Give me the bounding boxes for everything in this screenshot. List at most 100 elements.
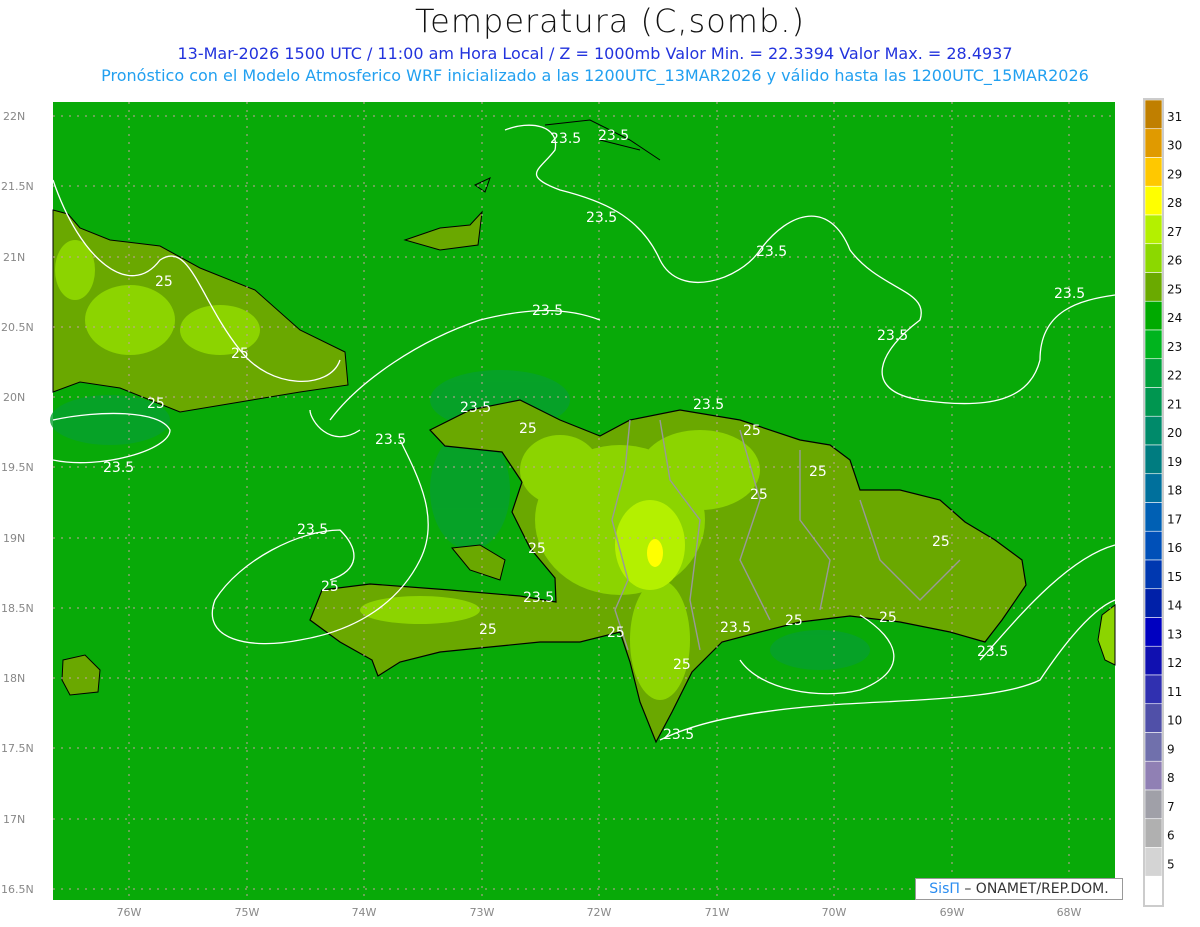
colorbar-label: 5 xyxy=(1167,857,1175,871)
contour-label: 23.5 xyxy=(586,210,617,226)
lat-label: 21N xyxy=(3,251,25,264)
lon-label: 69W xyxy=(940,906,965,919)
colorbar-swatch xyxy=(1144,588,1163,618)
contour-label: 23.5 xyxy=(103,460,134,476)
colorbar-swatch xyxy=(1144,185,1163,216)
contour-label: 25 xyxy=(673,657,691,673)
contour-label: 25 xyxy=(155,274,173,290)
colorbar-label: 23 xyxy=(1167,340,1182,354)
temperature-map: 23.5 23.5 23.5 23.5 23.5 23.5 23.5 23.5 … xyxy=(1,98,1182,919)
colorbar-swatch xyxy=(1144,358,1163,388)
colorbar-swatch xyxy=(1144,157,1163,187)
lon-label: 72W xyxy=(587,906,612,919)
contour-label: 25 xyxy=(321,579,339,595)
contour-label: 25 xyxy=(607,625,625,641)
contour-label: 23.5 xyxy=(720,620,751,636)
colorbar-label: 11 xyxy=(1167,685,1182,699)
colorbar-label: 15 xyxy=(1167,570,1182,584)
colorbar-label: 6 xyxy=(1167,829,1175,843)
colorbar-swatch xyxy=(1144,703,1163,733)
colorbar-swatch xyxy=(1144,875,1163,906)
latitude-labels: 22N 21.5N 21N 20.5N 20N 19.5N 19N 18.5N … xyxy=(1,110,34,896)
contour-label: 23.5 xyxy=(693,397,724,413)
colorbar-label: 18 xyxy=(1167,484,1182,498)
contour-label: 23.5 xyxy=(550,131,581,147)
lat-label: 20N xyxy=(3,391,25,404)
colorbar-swatch xyxy=(1144,645,1163,676)
colorbar-label: 25 xyxy=(1167,282,1182,296)
lon-label: 75W xyxy=(235,906,260,919)
lat-label: 19.5N xyxy=(1,461,34,474)
contour-label: 25 xyxy=(479,622,497,638)
contour-label: 23.5 xyxy=(977,644,1008,660)
lat-label: 19N xyxy=(3,532,25,545)
contour-label: 23.5 xyxy=(756,244,787,260)
colorbar-swatch xyxy=(1144,243,1163,273)
lat-label: 17N xyxy=(3,813,25,826)
contour-label: 25 xyxy=(879,610,897,626)
lon-label: 71W xyxy=(705,906,730,919)
colorbar: 31 30 29 28 27 26 25 24 23 22 21 20 19 18 17 16 15 14 13 12… xyxy=(1143,98,1182,907)
colorbar-label: 31 xyxy=(1167,110,1182,124)
contour-label: 23.5 xyxy=(523,590,554,606)
contour-label: 23.5 xyxy=(877,328,908,344)
lat-label: 21.5N xyxy=(1,180,34,193)
credit-text: – ONAMET/REP.DOM. xyxy=(959,881,1109,897)
colorbar-swatch xyxy=(1144,530,1163,561)
colorbar-label: 28 xyxy=(1167,196,1182,210)
colorbar-swatch xyxy=(1144,415,1163,446)
colorbar-label: 12 xyxy=(1167,656,1182,670)
colorbar-swatch xyxy=(1144,674,1163,705)
lat-label: 16.5N xyxy=(1,883,34,896)
contour-label: 25 xyxy=(750,487,768,503)
sispi-logo: SisΠ xyxy=(929,881,960,897)
colorbar-swatch xyxy=(1144,818,1163,848)
colorbar-label: 16 xyxy=(1167,541,1182,555)
contour-label: 23.5 xyxy=(598,128,629,144)
colorbar-label: 24 xyxy=(1167,311,1182,325)
colorbar-swatch xyxy=(1144,329,1163,360)
contour-label: 23.5 xyxy=(532,303,563,319)
colorbar-label: 19 xyxy=(1167,455,1182,469)
colorbar-label: 7 xyxy=(1167,800,1175,814)
lat-label: 18N xyxy=(3,672,25,685)
credit-box: SisΠ – ONAMET/REP.DOM. xyxy=(915,878,1123,900)
colorbar-swatch xyxy=(1144,732,1163,762)
colorbar-swatch xyxy=(1144,300,1163,331)
lon-label: 76W xyxy=(117,906,142,919)
colorbar-label: 22 xyxy=(1167,369,1182,383)
lon-label: 68W xyxy=(1057,906,1082,919)
colorbar-swatch xyxy=(1144,502,1163,532)
lat-label: 17.5N xyxy=(1,742,34,755)
colorbar-swatch xyxy=(1144,128,1163,158)
contour-label: 23.5 xyxy=(297,522,328,538)
colorbar-label: 14 xyxy=(1167,599,1182,613)
colorbar-swatch xyxy=(1144,387,1163,417)
contour-label: 23.5 xyxy=(460,400,491,416)
lon-label: 74W xyxy=(352,906,377,919)
colorbar-swatch xyxy=(1144,760,1163,791)
colorbar-label: 10 xyxy=(1167,714,1182,728)
colorbar-swatch xyxy=(1144,214,1163,245)
colorbar-label: 13 xyxy=(1167,627,1182,641)
colorbar-label: 27 xyxy=(1167,225,1182,239)
contour-label: 25 xyxy=(809,464,827,480)
contour-label: 23.5 xyxy=(375,432,406,448)
colorbar-label: 21 xyxy=(1167,397,1182,411)
contour-label: 23.5 xyxy=(1054,286,1085,302)
contour-label: 25 xyxy=(147,396,165,412)
colorbar-swatch xyxy=(1144,617,1163,647)
lat-label: 22N xyxy=(3,110,25,123)
contour-label: 25 xyxy=(932,534,950,550)
lat-label: 20.5N xyxy=(1,321,34,334)
colorbar-label: 17 xyxy=(1167,512,1182,526)
contour-label: 25 xyxy=(231,346,249,362)
contour-label: 25 xyxy=(743,423,761,439)
contour-label: 25 xyxy=(528,541,546,557)
contour-label: 25 xyxy=(519,421,537,437)
colorbar-label: 8 xyxy=(1167,771,1175,785)
colorbar-swatch xyxy=(1144,559,1163,590)
colorbar-swatch xyxy=(1144,847,1163,877)
contour-label: 25 xyxy=(785,613,803,629)
lon-label: 70W xyxy=(822,906,847,919)
